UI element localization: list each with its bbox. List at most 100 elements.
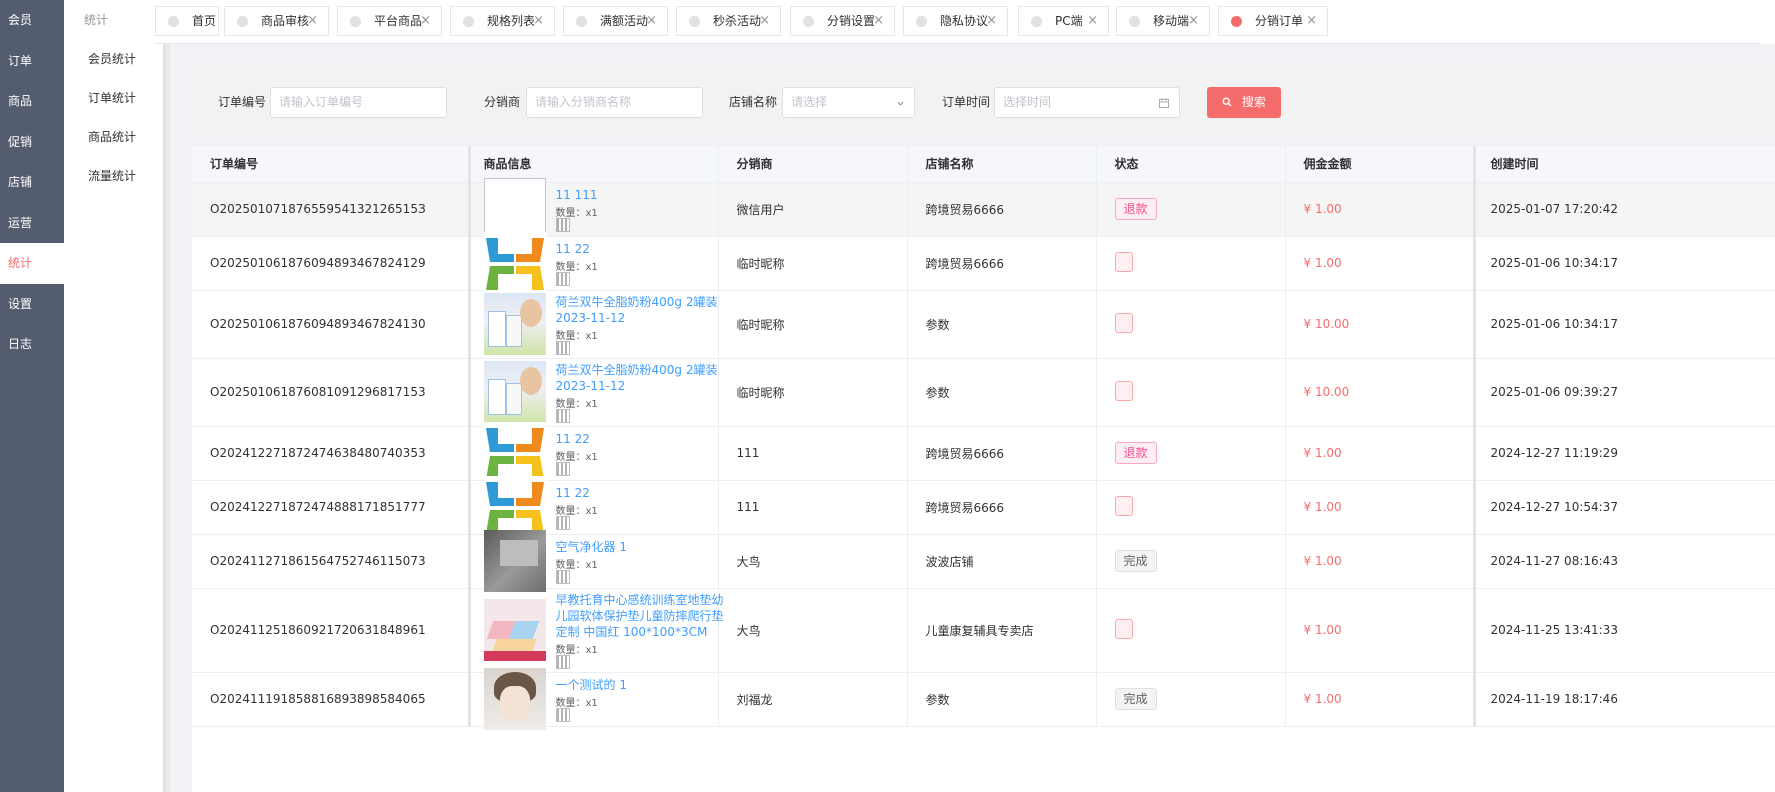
product-quantity: 数量：x1	[555, 330, 598, 342]
tab-item[interactable]: 秒杀活动 ×	[676, 6, 781, 36]
tab-item[interactable]: 移动端 ×	[1116, 6, 1210, 36]
dot-icon	[350, 16, 361, 27]
main-nav-item[interactable]: 设置	[0, 284, 64, 325]
main-nav-item[interactable]: 订单	[0, 41, 64, 82]
product-title-link[interactable]: 空气净化器 1	[556, 539, 726, 555]
col-created: 创建时间	[1472, 146, 1775, 183]
main-nav: 会员 订单 商品 促销 店铺 运营 统计 设置 日志	[0, 0, 64, 792]
created-time-cell: 2024-12-27 10:54:37	[1472, 480, 1775, 535]
qrcode-icon[interactable]	[555, 408, 570, 423]
status-badge	[1114, 380, 1133, 401]
tab-item[interactable]: 满额活动 ×	[563, 6, 668, 36]
product-title-link[interactable]: 11 22	[556, 241, 726, 257]
close-icon[interactable]: ×	[986, 7, 997, 35]
table-row[interactable]: O20250107187655954132126515З 11 111 数量：x1 微…	[192, 178, 1775, 240]
table-row[interactable]: O202411271861564752746115073 空气净化器 1 数量：x1…	[192, 530, 1775, 592]
close-icon[interactable]: ×	[533, 7, 544, 35]
product-quantity: 数量：x1	[555, 207, 598, 219]
product-image[interactable]	[483, 476, 546, 538]
table-row[interactable]: O202412271872474638480740353 11 22 数量：x1 11…	[192, 422, 1775, 484]
main-nav-item[interactable]: 促销	[0, 122, 64, 163]
tab-item[interactable]: 首页	[155, 6, 219, 36]
tab-item[interactable]: 分销订单 ×	[1218, 6, 1328, 36]
product-image[interactable]	[483, 293, 546, 355]
tab-item[interactable]: 分销设置 ×	[790, 6, 895, 36]
distributor-input[interactable]: 请输入分销商名称	[526, 87, 703, 118]
qrcode-icon[interactable]	[555, 217, 570, 232]
close-icon[interactable]: ×	[873, 7, 884, 35]
order-no-label: 订单编号	[218, 95, 267, 109]
main-nav-item[interactable]: 日志	[0, 324, 64, 365]
main-nav-item[interactable]: 运营	[0, 203, 64, 244]
product-image[interactable]	[483, 668, 546, 730]
dot-icon	[237, 16, 248, 27]
order-no-cell: O202411271861564752746115073	[192, 534, 470, 589]
close-icon[interactable]: ×	[1306, 7, 1317, 35]
qrcode-icon[interactable]	[555, 340, 570, 355]
product-title-link[interactable]: 一个测试的 1	[556, 677, 726, 693]
qrcode-icon[interactable]	[555, 515, 570, 530]
table-row[interactable]: O202411191858816893898584065 一个测试的 1 数量：x1…	[192, 668, 1775, 730]
table-row[interactable]: O202501061876081091296817153 荷兰双牛全脂奶粉400g…	[192, 358, 1775, 427]
main-nav-item[interactable]: 商品	[0, 81, 64, 122]
tab-label: 秒杀活动	[713, 14, 762, 28]
close-icon[interactable]: ×	[307, 7, 318, 35]
order-no-input[interactable]: 请输入订单编号	[270, 87, 447, 118]
store-cell: 跨境贸易6666	[907, 236, 1097, 291]
store-select[interactable]: 请选择	[782, 87, 915, 118]
dot-icon	[689, 16, 700, 27]
product-image[interactable]	[483, 361, 546, 423]
time-input[interactable]: 选择时间	[994, 87, 1180, 118]
tab-item[interactable]: PC端 ×	[1018, 6, 1109, 36]
table-header-row: 订单编号 商品信息 分销商 店铺名称 状态 佣金金额 创建时间	[192, 146, 1775, 183]
col-order-no: 订单编号	[192, 146, 470, 183]
close-icon[interactable]: ×	[646, 7, 657, 35]
product-title-link[interactable]: 荷兰双牛全脂奶粉400g 2罐装 2023-11-12	[556, 294, 726, 326]
main-nav-item[interactable]: 统计	[0, 243, 64, 284]
product-title-link[interactable]: 11 111	[556, 187, 726, 203]
sub-nav-item[interactable]: 订单统计	[64, 79, 163, 118]
product-image[interactable]	[483, 599, 546, 661]
qrcode-icon[interactable]	[555, 707, 570, 722]
tab-item[interactable]: 商品审核 ×	[224, 6, 329, 36]
product-title-link[interactable]: 11 22	[556, 485, 726, 501]
time-label: 订单时间	[942, 95, 991, 109]
distributor-cell: 大鸟	[718, 534, 908, 589]
tab-item[interactable]: 隐私协议 ×	[903, 6, 1008, 36]
qrcode-icon[interactable]	[555, 569, 570, 584]
product-title-link[interactable]: 早教托育中心感统训练室地垫幼儿园软体保护垫儿童防摔爬行垫定制 中国红 100*1…	[556, 592, 726, 640]
table-row[interactable]: O202412271872474888171851777 11 22 数量：x1 11…	[192, 476, 1775, 538]
sub-nav-item[interactable]: 会员统计	[64, 40, 163, 79]
goods-cell: 11 111 数量：x1	[467, 178, 719, 240]
sub-nav-item[interactable]: 商品统计	[64, 118, 163, 157]
product-image[interactable]	[483, 422, 546, 484]
close-icon[interactable]: ×	[759, 7, 770, 35]
commission-cell: ¥ 1.00	[1285, 672, 1475, 727]
main-nav-item[interactable]: 店铺	[0, 162, 64, 203]
tab-label: 商品审核	[261, 14, 310, 28]
search-button[interactable]: 搜索	[1207, 87, 1281, 118]
product-title-link[interactable]: 11 22	[556, 431, 726, 447]
sub-nav-item[interactable]: 流量统计	[64, 157, 163, 196]
store-cell: 参数	[907, 358, 1097, 427]
table-row[interactable]: O20250106187609489346782412​9 11 22 数量：x1 临…	[192, 232, 1775, 294]
qrcode-icon[interactable]	[555, 461, 570, 476]
product-image[interactable]	[483, 178, 546, 240]
close-icon[interactable]: ×	[1188, 7, 1199, 35]
qrcode-icon[interactable]	[555, 654, 570, 669]
product-image[interactable]	[483, 530, 546, 592]
qrcode-icon[interactable]	[555, 271, 570, 286]
tab-item[interactable]: 平台商品 ×	[337, 6, 442, 36]
product-title-link[interactable]: 荷兰双牛全脂奶粉400g 2罐装 2023-11-12	[556, 362, 726, 394]
goods-cell: 空气净化器 1 数量：x1	[467, 530, 719, 592]
status-badge	[1114, 312, 1133, 333]
tab-item[interactable]: 规格列表 ×	[450, 6, 555, 36]
close-icon[interactable]: ×	[1087, 7, 1098, 35]
close-icon[interactable]: ×	[420, 7, 431, 35]
product-image[interactable]	[483, 232, 546, 294]
table-row[interactable]: O202501061876094893467824130 荷兰双牛全脂奶粉400g…	[192, 290, 1775, 359]
product-quantity: 数量：x1	[555, 559, 598, 571]
main-nav-item[interactable]: 会员	[0, 0, 64, 41]
commission-amount: ¥ 1.00	[1303, 554, 1342, 568]
table-row[interactable]: O202411251860921720631848961 早教托育中心感统训练室地…	[192, 588, 1775, 673]
